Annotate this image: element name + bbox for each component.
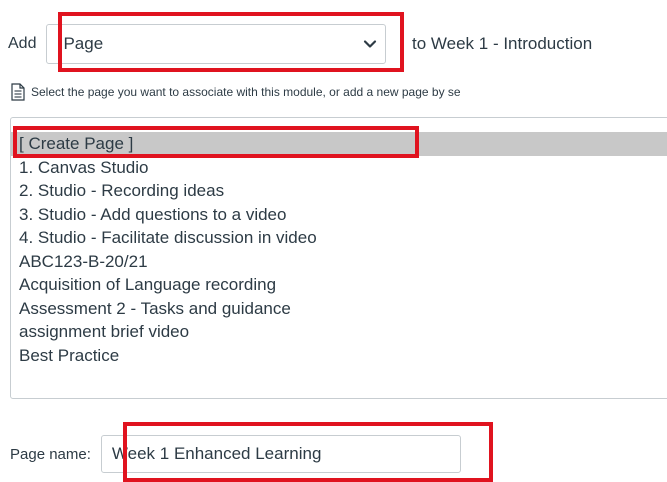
page-list-item-create-page[interactable]: [ Create Page ]: [11, 132, 667, 156]
instruction-text: Select the page you want to associate wi…: [31, 85, 461, 99]
page-list-item[interactable]: 2. Studio - Recording ideas: [11, 179, 667, 203]
target-module-text: to Week 1 - Introduction: [412, 34, 593, 53]
item-type-select[interactable]: Page: [46, 24, 387, 64]
page-name-row: Page name:: [10, 432, 461, 476]
page-list[interactable]: [ Create Page ] 1. Canvas Studio 2. Stud…: [10, 117, 667, 399]
item-type-value: Page: [63, 34, 104, 53]
page-list-items: [ Create Page ] 1. Canvas Studio 2. Stud…: [11, 118, 667, 367]
page-list-item[interactable]: assignment brief video: [11, 320, 667, 344]
chevron-down-icon: [364, 40, 377, 48]
page-name-label: Page name:: [10, 445, 91, 463]
page-list-item[interactable]: 1. Canvas Studio: [11, 156, 667, 180]
page-list-item[interactable]: 4. Studio - Facilitate discussion in vid…: [11, 226, 667, 250]
page-list-item[interactable]: Acquisition of Language recording: [11, 273, 667, 297]
add-item-row: Add Page: [8, 22, 387, 66]
instruction-line: Select the page you want to associate wi…: [10, 80, 667, 104]
document-icon: [11, 83, 25, 101]
page-list-item[interactable]: Assessment 2 - Tasks and guidance: [11, 297, 667, 321]
page-name-input[interactable]: [100, 435, 461, 473]
page-list-item[interactable]: ABC123-B-20/21: [11, 250, 667, 274]
page-list-item[interactable]: 3. Studio - Add questions to a video: [11, 203, 667, 227]
add-label: Add: [8, 35, 37, 52]
page-list-item[interactable]: Best Practice: [11, 344, 667, 368]
